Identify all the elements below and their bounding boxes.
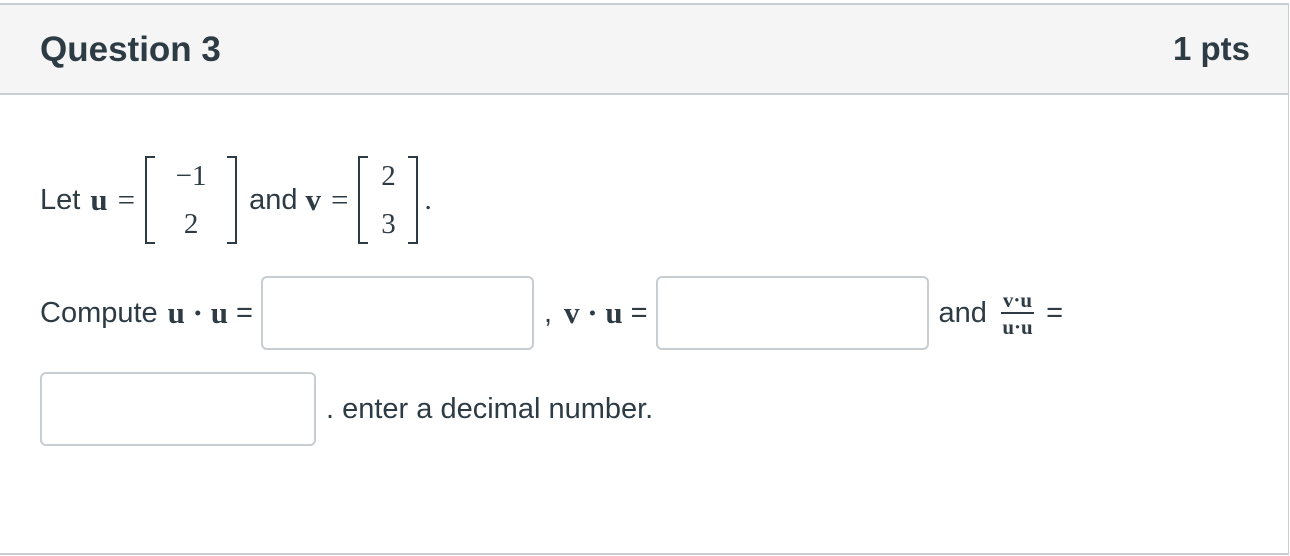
equals-sign: = xyxy=(630,296,648,329)
u-symbol: u xyxy=(90,182,108,217)
u-vector: −1 2 xyxy=(145,152,238,248)
equals-sign: = xyxy=(1046,296,1064,329)
equals-sign: = xyxy=(330,182,349,217)
ratio-row: . enter a decimal number. xyxy=(40,371,653,447)
and-text: and xyxy=(249,183,298,216)
u-vector-entry-2: 2 xyxy=(183,208,199,240)
question-points: 1 pts xyxy=(1172,30,1250,67)
fraction-denominator: u·u xyxy=(1002,314,1033,339)
question-header: Question 3 1 pts xyxy=(0,5,1288,95)
equals-sign: = xyxy=(236,296,253,329)
v-vector: 2 3 xyxy=(358,152,419,248)
compute-row: Compute u · u = , v · u = and v·u u·u = xyxy=(40,275,1063,351)
fraction-numerator: v·u xyxy=(1000,287,1035,314)
compute-label: Compute xyxy=(40,296,158,329)
comma-text: , xyxy=(543,296,552,329)
vector-definition: Let u = −1 2 and v = 2 3 . xyxy=(40,150,432,250)
period-text: . xyxy=(424,183,432,216)
equals-sign: = xyxy=(117,182,136,217)
v-dot-u-expression: v · u xyxy=(564,295,623,330)
u-dot-u-input[interactable] xyxy=(260,276,534,350)
projection-fraction: v·u u·u xyxy=(1000,287,1035,339)
v-symbol: v xyxy=(305,182,321,217)
u-dot-u-expression: u · u xyxy=(167,295,228,330)
v-dot-u-input[interactable] xyxy=(655,276,929,350)
let-text: Let xyxy=(40,183,81,216)
decimal-instruction: . enter a decimal number. xyxy=(326,392,654,425)
ratio-input[interactable] xyxy=(40,372,316,446)
u-vector-entry-1: −1 xyxy=(175,160,207,192)
and-text: and xyxy=(938,296,987,329)
question-title: Question 3 xyxy=(40,30,221,69)
